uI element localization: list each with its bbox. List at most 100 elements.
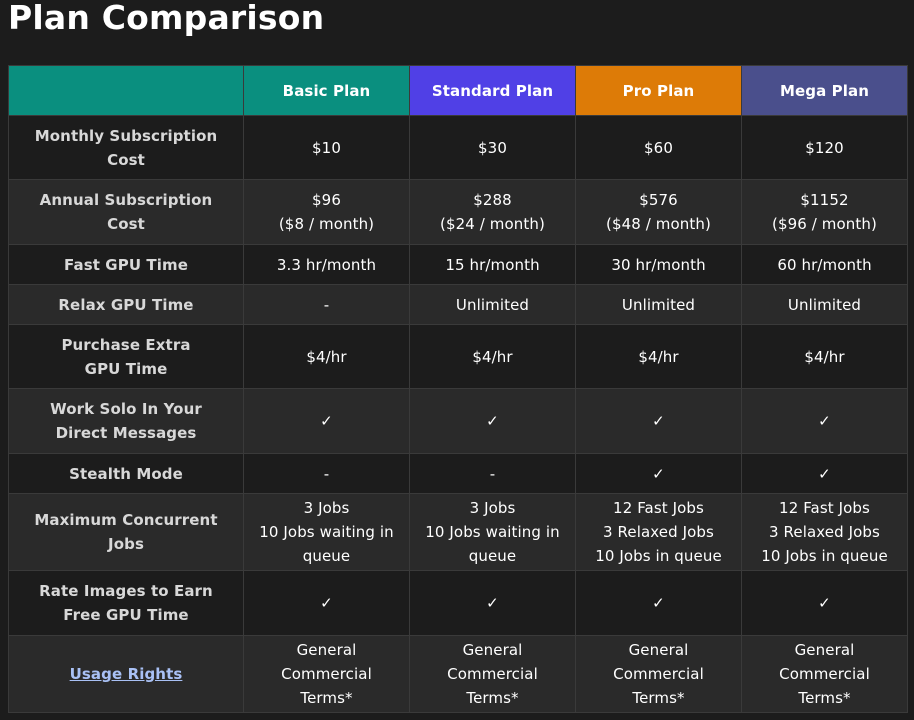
- cell-value: ($24 / month): [440, 215, 545, 233]
- cell-basic: $4/hr: [243, 324, 410, 389]
- cell-value: Unlimited: [787, 295, 862, 314]
- cell-pro: 30 hr/month: [575, 244, 742, 285]
- cell-value: $4/hr: [306, 347, 347, 366]
- table-row: Annual Subscription Cost $96 ($8 / month) $2…: [8, 179, 908, 245]
- cell-value: 10 Jobs in queue: [761, 547, 888, 565]
- row-label[interactable]: Usage Rights: [8, 635, 244, 713]
- table-row: Maximum Concurrent Jobs 3 Jobs 10 Jobs wait…: [8, 493, 908, 571]
- row-label-line: Direct Messages: [55, 424, 197, 442]
- table-row: Rate Images to Earn Free GPU Time ✓ ✓ ✓ ✓: [8, 570, 908, 636]
- cell-value: $576: [639, 191, 678, 209]
- row-label-line[interactable]: Usage Rights: [9, 662, 243, 686]
- checkmark-icon: ✓: [652, 412, 665, 430]
- row-label-line: GPU Time: [84, 359, 168, 378]
- row-label-line: Purchase Extra: [61, 335, 191, 354]
- cell-pro: ✓: [575, 453, 742, 494]
- cell-value: $60: [644, 138, 673, 157]
- cell-basic: -: [243, 284, 410, 325]
- cell-value: 15 hr/month: [445, 255, 540, 274]
- cell-value: 3 Relaxed Jobs: [769, 523, 880, 541]
- cell-basic: ✓: [243, 570, 410, 636]
- cell-value: General: [462, 641, 523, 659]
- cell-value: Commercial: [447, 665, 538, 683]
- cell-value: queue: [302, 547, 351, 565]
- row-label-line: Cost: [107, 150, 145, 169]
- checkmark-icon: ✓: [486, 412, 499, 430]
- cell-value: Terms*: [466, 689, 519, 707]
- plan-header-basic: Basic Plan: [243, 65, 410, 116]
- cell-value: Unlimited: [621, 295, 696, 314]
- cell-value: 30 hr/month: [611, 255, 706, 274]
- cell-value: General: [794, 641, 855, 659]
- row-label-line: Monthly Subscription: [34, 126, 218, 145]
- row-label-line: Stealth Mode: [69, 464, 183, 483]
- table-row: Monthly Subscription Cost $10 $30 $60 $120: [8, 115, 908, 180]
- cell-value: -: [489, 464, 496, 483]
- row-label: Maximum Concurrent Jobs: [8, 493, 244, 571]
- cell-pro: Unlimited: [575, 284, 742, 325]
- cell-value: queue: [468, 547, 517, 565]
- checkmark-icon: ✓: [652, 594, 665, 612]
- cell-value: ($8 / month): [278, 215, 375, 233]
- table-row: Purchase Extra GPU Time $4/hr $4/hr $4/hr $4/…: [8, 324, 908, 389]
- cell-value: -: [323, 464, 330, 483]
- cell-standard: General Commercial Terms*: [409, 635, 576, 713]
- cell-basic: 3 Jobs 10 Jobs waiting in queue: [243, 493, 410, 571]
- checkmark-icon: ✓: [320, 412, 333, 430]
- plan-header-mega: Mega Plan: [741, 65, 908, 116]
- cell-value: General: [628, 641, 689, 659]
- cell-mega: ✓: [741, 388, 908, 454]
- cell-pro: 12 Fast Jobs 3 Relaxed Jobs 10 Jobs in que…: [575, 493, 742, 571]
- row-label-line: Cost: [107, 215, 145, 233]
- cell-pro: $4/hr: [575, 324, 742, 389]
- checkmark-icon: ✓: [818, 594, 831, 612]
- cell-value: $4/hr: [804, 347, 845, 366]
- cell-standard: $30: [409, 115, 576, 180]
- cell-standard: -: [409, 453, 576, 494]
- header-corner-cell: [8, 65, 244, 116]
- cell-standard: ✓: [409, 388, 576, 454]
- cell-mega: $1152 ($96 / month): [741, 179, 908, 245]
- cell-basic: -: [243, 453, 410, 494]
- cell-pro: $576 ($48 / month): [575, 179, 742, 245]
- cell-value: -: [323, 295, 330, 314]
- checkmark-icon: ✓: [320, 594, 333, 612]
- cell-pro: ✓: [575, 570, 742, 636]
- cell-mega: Unlimited: [741, 284, 908, 325]
- page-title: Plan Comparison: [8, 0, 325, 37]
- cell-mega: ✓: [741, 570, 908, 636]
- cell-basic: General Commercial Terms*: [243, 635, 410, 713]
- cell-standard: 15 hr/month: [409, 244, 576, 285]
- cell-value: $120: [805, 138, 844, 157]
- row-label-line: Rate Images to Earn: [39, 582, 213, 600]
- checkmark-icon: ✓: [818, 412, 831, 430]
- cell-value: 60 hr/month: [777, 255, 872, 274]
- cell-value: $30: [478, 138, 507, 157]
- cell-value: 10 Jobs waiting in: [259, 523, 394, 541]
- cell-value: Terms*: [632, 689, 685, 707]
- cell-mega: 12 Fast Jobs 3 Relaxed Jobs 10 Jobs in que…: [741, 493, 908, 571]
- checkmark-icon: ✓: [486, 594, 499, 612]
- row-label-line: Maximum Concurrent: [34, 511, 218, 529]
- cell-basic: $10: [243, 115, 410, 180]
- cell-value: 12 Fast Jobs: [779, 499, 870, 517]
- table-row: Work Solo In Your Direct Messages ✓ ✓ ✓ ✓: [8, 388, 908, 454]
- cell-value: Terms*: [798, 689, 851, 707]
- row-label-line: Free GPU Time: [63, 606, 189, 624]
- cell-value: Terms*: [300, 689, 353, 707]
- cell-standard: ✓: [409, 570, 576, 636]
- checkmark-icon: ✓: [818, 464, 831, 483]
- cell-value: $4/hr: [638, 347, 679, 366]
- cell-pro: ✓: [575, 388, 742, 454]
- cell-value: Unlimited: [455, 295, 530, 314]
- cell-value: 3 Jobs: [303, 499, 350, 517]
- cell-value: 10 Jobs waiting in: [425, 523, 560, 541]
- cell-value: $4/hr: [472, 347, 513, 366]
- cell-value: 12 Fast Jobs: [613, 499, 704, 517]
- cell-value: Commercial: [779, 665, 870, 683]
- plan-header-pro: Pro Plan: [575, 65, 742, 116]
- row-label: Work Solo In Your Direct Messages: [8, 388, 244, 454]
- usage-rights-link[interactable]: Usage Rights: [9, 662, 243, 686]
- cell-pro: General Commercial Terms*: [575, 635, 742, 713]
- cell-standard: $288 ($24 / month): [409, 179, 576, 245]
